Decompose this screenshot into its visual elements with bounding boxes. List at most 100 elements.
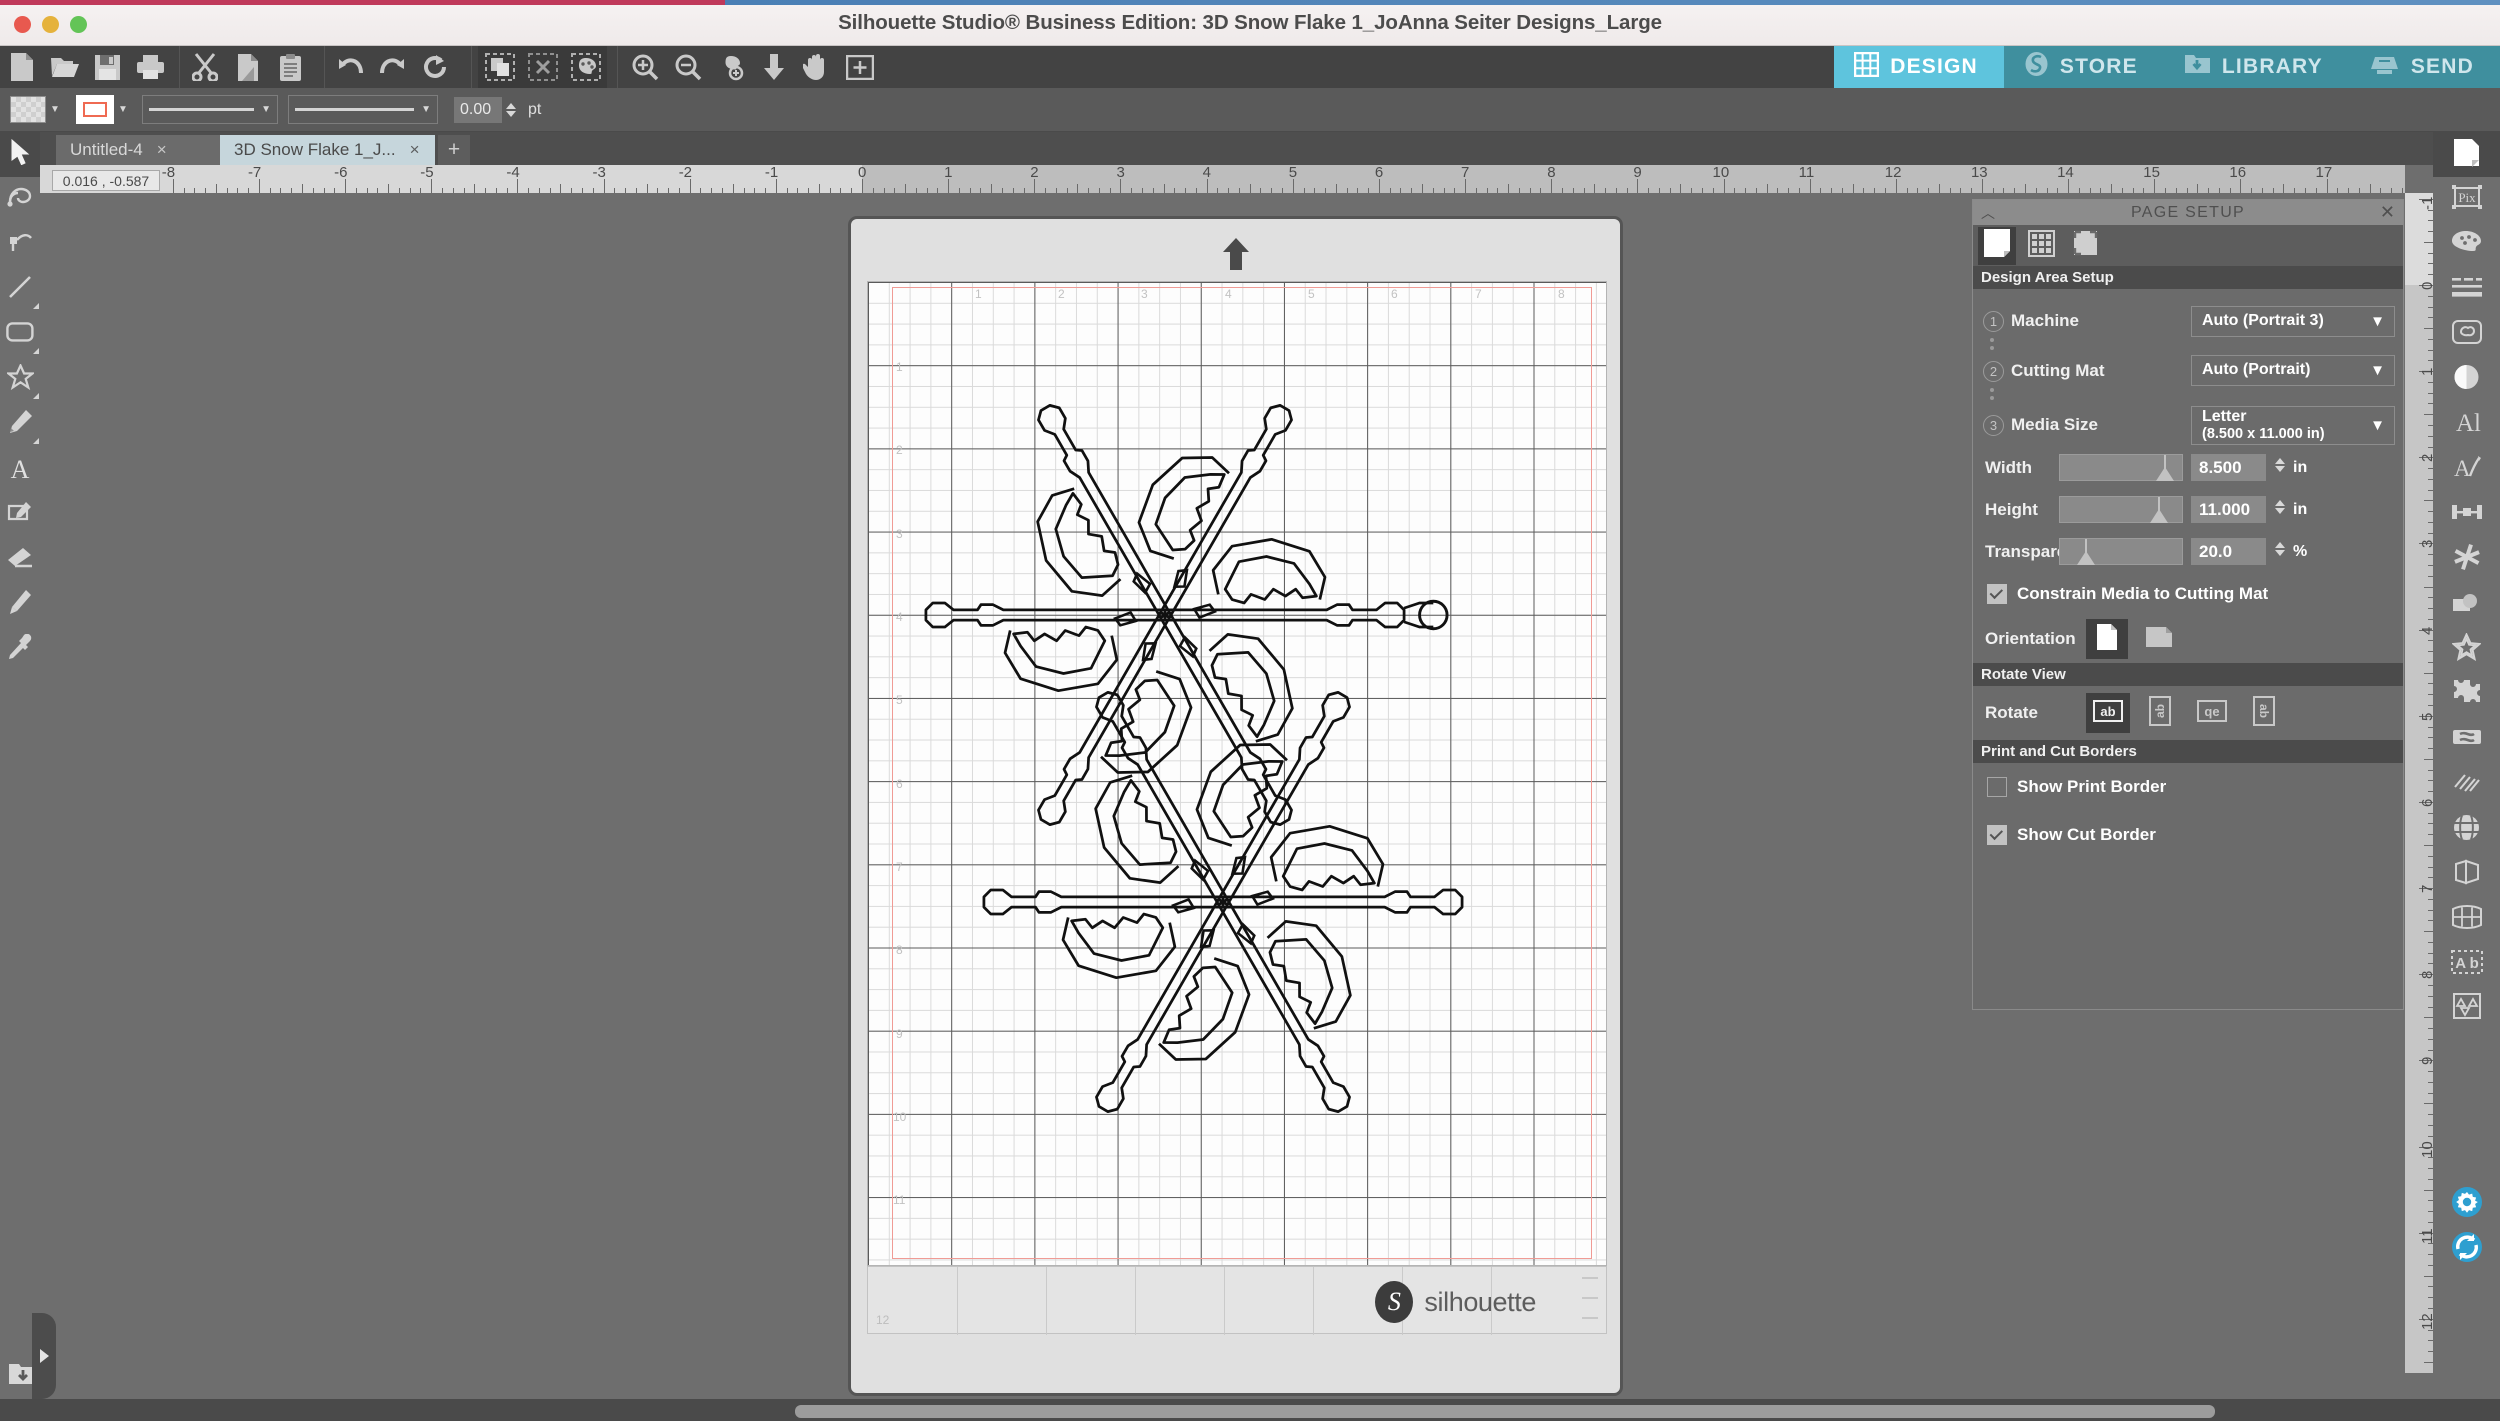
width-input[interactable]: 8.500 [2191, 454, 2266, 481]
tool-pencil[interactable] [0, 402, 40, 447]
panel-tab-grid[interactable] [2022, 227, 2060, 265]
nav-tab-store[interactable]: STORE [2003, 46, 2164, 88]
submenu-triangle[interactable] [33, 393, 39, 399]
constrain-media-checkbox[interactable] [1987, 584, 2007, 604]
select-none-icon[interactable] [521, 46, 564, 88]
rotate-0-button[interactable]: ab [2086, 693, 2130, 733]
panel-button-sketch-fill[interactable] [2433, 762, 2500, 807]
line-width-select[interactable]: ▼ [288, 95, 438, 124]
refresh-icon[interactable] [414, 46, 457, 88]
tool-rectangle[interactable] [0, 312, 40, 357]
panel-button-pixscan[interactable]: Pix [2433, 177, 2500, 222]
document-tab-untitled[interactable]: Untitled-4 × [56, 135, 234, 165]
panel-button-3d[interactable] [2433, 852, 2500, 897]
fit-window-icon[interactable] [838, 46, 881, 88]
nav-tab-send[interactable]: SEND [2348, 46, 2500, 88]
panel-button-transform[interactable] [2433, 537, 2500, 582]
media-page-area[interactable]: 1 2 3 4 5 6 7 8 1 2 3 4 5 6 7 8 9 10 11 [867, 281, 1607, 1266]
tool-marker[interactable] [0, 582, 40, 627]
machine-select[interactable]: Auto (Portrait 3) ▼ [2191, 306, 2395, 337]
panel-button-align[interactable] [2433, 492, 2500, 537]
panel-button-warp[interactable] [2433, 807, 2500, 852]
copy-icon[interactable] [226, 46, 269, 88]
line-style-select[interactable]: ▼ [142, 95, 278, 124]
panel-button-nesting[interactable] [2433, 987, 2500, 1032]
cutting-mat-select[interactable]: Auto (Portrait) ▼ [2191, 355, 2395, 386]
panel-button-modify[interactable] [2433, 672, 2500, 717]
document-tab-snowflake[interactable]: 3D Snow Flake 1_J... × [220, 135, 435, 165]
panel-button-weld[interactable] [2433, 717, 2500, 762]
panel-button-replicate[interactable] [2433, 582, 2500, 627]
print-icon[interactable] [129, 46, 172, 88]
show-cut-border-checkbox[interactable] [1987, 825, 2007, 845]
tool-eyedropper[interactable] [0, 627, 40, 672]
zoom-in-icon[interactable] [623, 46, 666, 88]
expand-library-panel-button[interactable] [32, 1313, 56, 1399]
height-input[interactable]: 11.000 [2191, 496, 2266, 523]
line-thickness-input[interactable]: 0.00 [454, 96, 502, 123]
transparency-stepper[interactable] [2275, 542, 2288, 556]
panel-button-sync[interactable] [2433, 1227, 2500, 1272]
vertical-ruler[interactable]: -10123456789101112 [2405, 193, 2433, 1373]
save-icon[interactable] [86, 46, 129, 88]
rotate-180-button[interactable]: qe [2190, 693, 2234, 733]
tool-trace[interactable] [0, 492, 40, 537]
width-stepper[interactable] [2275, 458, 2288, 472]
close-x-icon[interactable]: ✕ [2380, 202, 2395, 223]
rotate-270-button[interactable]: ab [2242, 693, 2286, 733]
paste-icon[interactable] [269, 46, 312, 88]
panel-tab-registration-marks[interactable] [2066, 227, 2104, 265]
tool-line[interactable] [0, 267, 40, 312]
horizontal-scrollbar-thumb[interactable] [795, 1405, 2215, 1418]
panel-button-sketch[interactable] [2433, 312, 2500, 357]
line-color-dropdown-caret[interactable]: ▼ [114, 89, 132, 131]
panel-button-line-style[interactable] [2433, 267, 2500, 312]
show-cut-border-row[interactable]: Show Cut Border [1973, 811, 2403, 859]
orientation-landscape-button[interactable] [2138, 619, 2180, 659]
zoom-out-icon[interactable] [666, 46, 709, 88]
select-color-icon[interactable] [564, 46, 607, 88]
snowflake-artwork[interactable] [868, 282, 1607, 1266]
snowflake-bottom[interactable] [984, 657, 1462, 1147]
line-color-swatch[interactable] [76, 95, 114, 124]
show-print-border-checkbox[interactable] [1987, 777, 2007, 797]
undo-arrow-icon[interactable] [328, 46, 371, 88]
cutting-mat[interactable]: 1 2 3 4 5 6 7 8 1 2 3 4 5 6 7 8 9 10 11 [848, 216, 1623, 1396]
rotate-90-button[interactable]: ab [2138, 693, 2182, 733]
panel-tab-page[interactable] [1978, 226, 2016, 265]
new-tab-button[interactable]: + [438, 135, 470, 165]
fill-color-dropdown-caret[interactable]: ▼ [46, 89, 64, 131]
media-size-select[interactable]: Letter (8.500 x 11.000 in) ▼ [2191, 406, 2395, 445]
constrain-media-row[interactable]: Constrain Media to Cutting Mat [1973, 573, 2403, 615]
submenu-triangle[interactable] [33, 303, 39, 309]
line-thickness-stepper[interactable] [506, 102, 519, 117]
height-stepper[interactable] [2275, 500, 2288, 514]
redo-arrow-icon[interactable] [371, 46, 414, 88]
transparency-slider[interactable] [2059, 538, 2183, 565]
panel-button-auto-trace[interactable]: A b [2433, 942, 2500, 987]
close-icon[interactable]: × [157, 140, 167, 160]
fit-to-page-icon[interactable] [752, 46, 795, 88]
tool-edit-points[interactable] [0, 177, 40, 222]
panel-button-font-effects[interactable]: A [2433, 447, 2500, 492]
horizontal-ruler[interactable]: -8 -7 -6 -5 -4 -3 -2 -1 0 1 2 3 4 5 6 7 8 9 10 11 12 13 14 15 16… [40, 165, 2405, 193]
scissors-cut-icon[interactable] [183, 46, 226, 88]
submenu-triangle[interactable] [33, 438, 39, 444]
orientation-portrait-button[interactable] [2086, 619, 2128, 659]
panel-button-preferences[interactable] [2433, 1182, 2500, 1227]
fill-color-swatch[interactable] [10, 96, 46, 123]
snowflake-top[interactable] [926, 370, 1449, 860]
height-slider[interactable] [2059, 496, 2183, 523]
transparency-input[interactable]: 20.0 [2191, 538, 2266, 565]
new-document-icon[interactable] [0, 46, 43, 88]
tool-eraser[interactable] [0, 537, 40, 582]
tool-polygon[interactable] [0, 357, 40, 402]
panel-button-shadow[interactable] [2433, 357, 2500, 402]
panel-button-conical-warp[interactable] [2433, 897, 2500, 942]
nav-tab-design[interactable]: DESIGN [1834, 46, 2004, 88]
tool-knife[interactable] [0, 222, 40, 267]
select-duplicate-icon[interactable] [478, 46, 521, 88]
submenu-triangle[interactable] [33, 348, 39, 354]
open-folder-icon[interactable] [43, 46, 86, 88]
close-icon[interactable]: × [410, 140, 420, 160]
